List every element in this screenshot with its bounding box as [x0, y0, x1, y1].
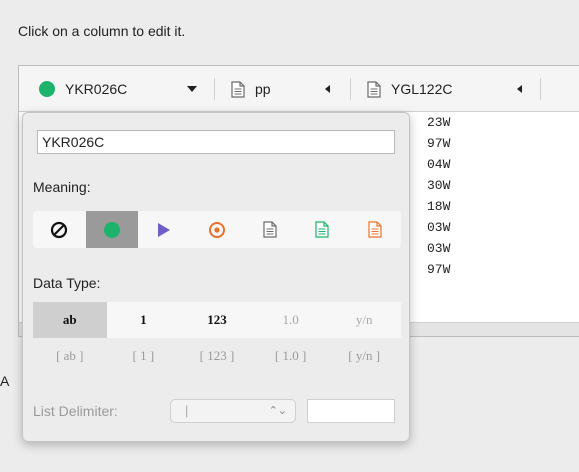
data-type-boolean-list[interactable]: [ y/n ] — [327, 338, 401, 374]
data-type-float-list[interactable]: [ 1.0 ] — [254, 338, 328, 374]
table-row[interactable]: 03W — [407, 238, 450, 259]
table-row[interactable]: 18W — [407, 196, 450, 217]
column-circle-icon — [39, 81, 55, 97]
table-row[interactable]: 04W — [407, 154, 450, 175]
list-delimiter-value: | — [185, 403, 189, 418]
data-type-text-list[interactable]: [ ab ] — [33, 338, 107, 374]
data-type-label: Data Type: — [33, 275, 101, 291]
list-delimiter-custom-field[interactable] — [307, 399, 395, 423]
meaning-option-doc-gray[interactable] — [243, 211, 296, 248]
column-header-ykr026c[interactable]: YKR026C — [19, 66, 215, 112]
data-type-float[interactable]: 1.0 — [254, 302, 328, 338]
table-header: YKR026C pp YGL122C — [19, 66, 579, 112]
triangle-icon — [158, 222, 171, 237]
column-header-ygl122c[interactable]: YGL122C — [351, 66, 541, 112]
collapse-arrow-icon[interactable] — [517, 85, 522, 93]
document-icon — [315, 221, 329, 238]
document-icon — [368, 221, 382, 238]
table-row[interactable]: 97W — [407, 259, 450, 280]
list-delimiter-label: List Delimiter: — [33, 403, 118, 419]
collapse-arrow-icon[interactable] — [325, 85, 330, 93]
data-type-boolean[interactable]: y/n — [327, 302, 401, 338]
none-icon — [51, 221, 68, 238]
circle-icon — [103, 221, 120, 238]
document-icon — [262, 221, 277, 238]
meaning-option-circle[interactable] — [85, 211, 139, 248]
column-header-label: pp — [255, 81, 271, 97]
data-type-selector[interactable]: ab 1 123 1.0 y/n [ ab ] [ 1 ] [ 123 ] [ … — [33, 302, 401, 374]
data-type-integer-list[interactable]: [ 1 ] — [107, 338, 181, 374]
data-type-text[interactable]: ab — [33, 302, 107, 338]
data-type-number[interactable]: 123 — [180, 302, 254, 338]
column-editor-popover: Meaning: Data Type: ab 1 123 1.0 — [22, 112, 410, 442]
data-type-number-list[interactable]: [ 123 ] — [180, 338, 254, 374]
table-row[interactable]: 03W — [407, 217, 450, 238]
meaning-option-target[interactable] — [191, 211, 244, 248]
column-header-label: YGL122C — [391, 81, 453, 97]
column-header-label: YKR026C — [65, 81, 128, 97]
meaning-option-doc-green[interactable] — [296, 211, 349, 248]
column-header-pp[interactable]: pp — [215, 66, 351, 112]
target-icon — [208, 221, 225, 238]
meaning-selector[interactable] — [33, 211, 401, 248]
table-row[interactable]: 97W — [407, 133, 450, 154]
data-type-row-single: ab 1 123 1.0 y/n — [33, 302, 401, 338]
meaning-label: Meaning: — [33, 179, 91, 195]
meaning-option-none[interactable] — [33, 211, 86, 248]
stepper-chevron-icon: ⌃⌄ — [268, 405, 287, 417]
column-name-field[interactable] — [37, 130, 395, 154]
table-row[interactable]: 23W — [407, 112, 450, 133]
list-delimiter-select[interactable]: | ⌃⌄ — [170, 399, 296, 423]
document-icon — [367, 80, 381, 98]
meaning-option-triangle[interactable] — [138, 211, 191, 248]
data-type-integer[interactable]: 1 — [107, 302, 181, 338]
data-type-row-list: [ ab ] [ 1 ] [ 123 ] [ 1.0 ] [ y/n ] — [33, 338, 401, 374]
table-row[interactable]: 30W — [407, 175, 450, 196]
dropdown-arrow-icon[interactable] — [187, 86, 197, 92]
meaning-option-doc-orange[interactable] — [348, 211, 401, 248]
table-rows: 23W 97W 04W 30W 18W 03W 03W 97W — [407, 112, 450, 280]
background-text-fragment: A — [0, 373, 10, 389]
document-icon — [231, 80, 245, 98]
instruction-text: Click on a column to edit it. — [18, 23, 186, 39]
